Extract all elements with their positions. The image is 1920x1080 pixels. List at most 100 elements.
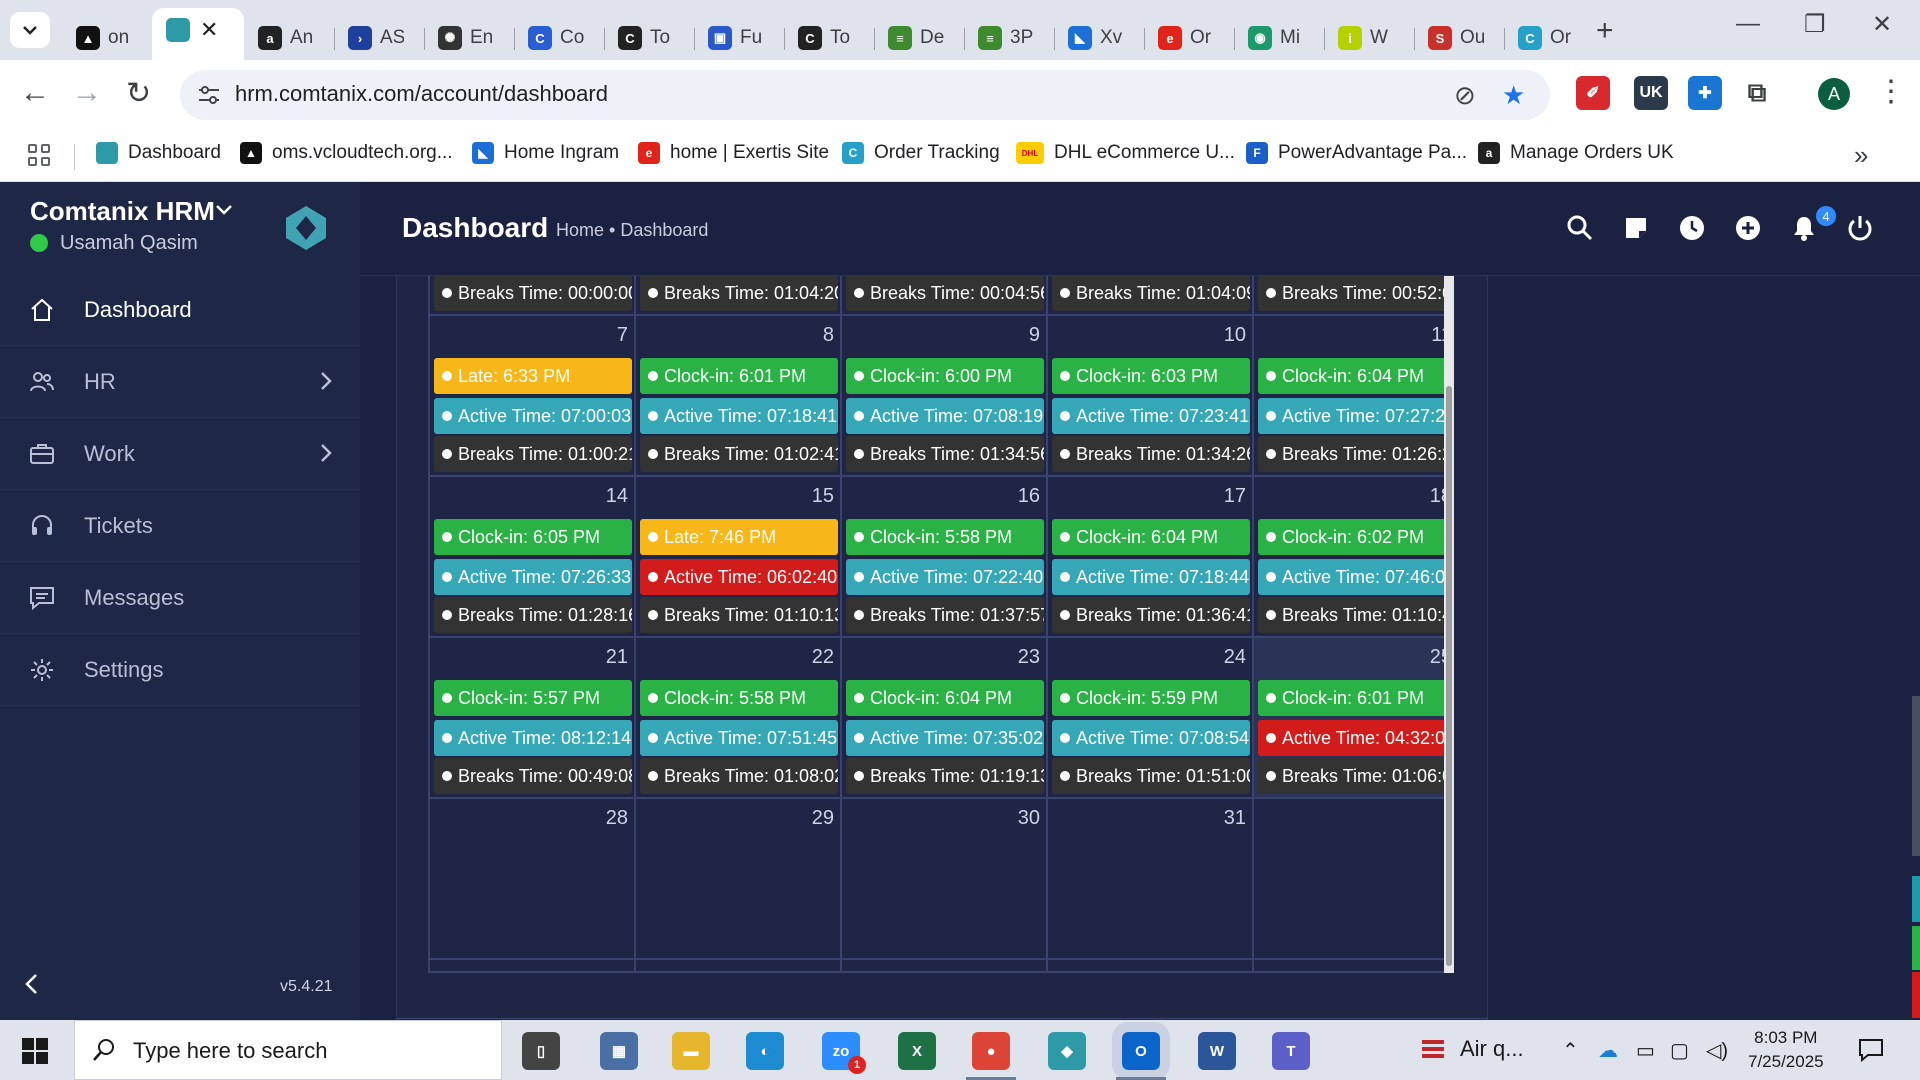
zoom-icon[interactable]: zo 1 xyxy=(822,1032,866,1074)
tray-overflow-icon[interactable]: ⌃ xyxy=(1562,1038,1579,1063)
calendar-day-cell[interactable]: 23 Clock-in: 6:04 PM Active Time: 07:35:02… xyxy=(840,638,1046,797)
browser-tab[interactable]: ▣ Fu xyxy=(694,16,784,60)
browser-tab[interactable]: ◣ Xv xyxy=(1054,16,1144,60)
taskbar-search-placeholder[interactable]: Type here to search xyxy=(133,1038,327,1064)
browser-tab[interactable]: iW xyxy=(1324,16,1414,60)
calendar-day-cell[interactable]: 24 Clock-in: 5:59 PM Active Time: 07:08:54… xyxy=(1046,638,1252,797)
active-time-event[interactable]: Active Time: 07:27:2 xyxy=(1258,398,1448,434)
calendar-day-cell[interactable]: 9 Clock-in: 6:00 PM Active Time: 07:08:19 B… xyxy=(840,316,1046,475)
chrome-icon[interactable]: ● xyxy=(966,1032,1016,1080)
breaks-time-event[interactable]: Breaks Time: 01:19:13 xyxy=(846,758,1044,794)
browser-tab[interactable]: a An xyxy=(244,16,334,60)
breaks-time-event[interactable]: Breaks Time: 01:08:02 xyxy=(640,758,838,794)
clock-in-event[interactable]: Clock-in: 6:04 PM xyxy=(1052,519,1250,555)
sidebar-item-messages[interactable]: Messages xyxy=(0,562,360,634)
calendar-scroll-thumb[interactable] xyxy=(1446,386,1452,966)
active-time-low-event[interactable]: Active Time: 06:02:40 xyxy=(640,559,838,595)
bell-icon[interactable] xyxy=(1790,214,1818,242)
bookmark-item[interactable]: ▲ oms.vcloudtech.org... xyxy=(240,142,453,164)
sidebar-item-settings[interactable]: Settings xyxy=(0,634,360,706)
clock-in-event[interactable]: Clock-in: 5:58 PM xyxy=(846,519,1044,555)
browser-menu-icon[interactable]: ⋮ xyxy=(1876,74,1906,109)
breaks-time-event[interactable]: Breaks Time: 01:10:4 xyxy=(1258,597,1448,633)
bookmark-item[interactable]: Dashboard xyxy=(96,142,221,164)
clock-in-event[interactable]: Clock-in: 5:57 PM xyxy=(434,680,632,716)
calendar-day-cell[interactable]: 11Clock-in: 6:04 PMActive Time: 07:27:2B… xyxy=(1252,316,1448,475)
calendar-day-cell[interactable]: 5 xyxy=(634,960,840,971)
forward-button[interactable]: → xyxy=(72,76,102,110)
breaks-time-event[interactable]: Breaks Time: 01:28:16 xyxy=(434,597,632,633)
apps-grid-icon[interactable] xyxy=(28,144,50,166)
active-time-event[interactable]: Active Time: 07:08:54 xyxy=(1052,720,1250,756)
breaks-time-event[interactable]: Breaks Time: 01:36:41 xyxy=(1052,597,1250,633)
reload-button[interactable]: ↻ xyxy=(126,76,151,111)
breaks-time-event[interactable]: Breaks Time: 00:04:56 xyxy=(846,276,1044,311)
add-circle-icon[interactable] xyxy=(1734,214,1762,242)
breaks-time-event[interactable]: Breaks Time: 01:10:13 xyxy=(640,597,838,633)
brand-name[interactable]: Comtanix HRM xyxy=(30,196,215,227)
browser-tab[interactable]: ≡ 3P xyxy=(964,16,1054,60)
windows-start-icon[interactable] xyxy=(22,1038,48,1064)
clock-in-event[interactable]: Clock-in: 6:01 PM xyxy=(640,358,838,394)
clock-in-event[interactable]: Clock-in: 6:03 PM xyxy=(1052,358,1250,394)
active-time-event[interactable]: Active Time: 07:35:02 xyxy=(846,720,1044,756)
calendar-day-cell[interactable]: 28 xyxy=(428,799,634,958)
calendar-day-cell[interactable]: 16 Clock-in: 5:58 PM Active Time: 07:22:40… xyxy=(840,477,1046,636)
calendar-day-cell[interactable] xyxy=(1252,799,1448,958)
profile-avatar[interactable]: A xyxy=(1818,78,1850,110)
breaks-time-event[interactable]: Breaks Time: 01:04:20 xyxy=(640,276,838,311)
calendar-day-cell[interactable]: Breaks Time: 00:52:0 xyxy=(1252,276,1448,316)
browser-tab[interactable]: S Ou xyxy=(1414,16,1504,60)
clock-in-event[interactable]: Clock-in: 6:00 PM xyxy=(846,358,1044,394)
calendar-day-cell[interactable]: Breaks Time: 01:04:09 xyxy=(1046,276,1252,316)
calendar-day-cell[interactable]: 30 xyxy=(840,799,1046,958)
sidebar-item-dashboard[interactable]: Dashboard xyxy=(0,274,360,346)
taskbar-search-box[interactable]: Type here to search xyxy=(74,1020,502,1080)
battery-icon[interactable]: ▭ xyxy=(1636,1038,1655,1063)
power-icon[interactable] xyxy=(1846,214,1874,242)
bookmark-item[interactable]: DHL DHL eCommerce U... xyxy=(1016,142,1235,164)
calendar-day-cell[interactable]: 7 Late: 6:33 PM Active Time: 07:00:03 Break… xyxy=(428,316,634,475)
bookmark-item[interactable]: e home | Exertis Site xyxy=(638,142,829,164)
bookmark-item[interactable]: C Order Tracking xyxy=(842,142,1000,164)
calendar-day-cell[interactable]: 4 xyxy=(428,960,634,971)
system-clock[interactable]: 8:03 PM 7/25/2025 xyxy=(1748,1026,1824,1074)
page-scroll-thumb[interactable] xyxy=(1912,696,1920,856)
active-time-event[interactable]: Active Time: 08:12:14 xyxy=(434,720,632,756)
browser-tab[interactable]: C To xyxy=(784,16,874,60)
chevron-down-icon[interactable] xyxy=(214,200,234,220)
page-scrollbar[interactable] xyxy=(1906,276,1920,1020)
file-explorer-icon[interactable]: ▬ xyxy=(672,1032,710,1070)
excel-icon[interactable]: X xyxy=(898,1032,936,1070)
active-time-event[interactable]: Active Time: 07:51:45 xyxy=(640,720,838,756)
breaks-time-event[interactable]: Breaks Time: 01:51:00 xyxy=(1052,758,1250,794)
task-view-icon[interactable]: ▯ xyxy=(522,1032,560,1070)
extensions-puzzle-icon[interactable]: ⧉ xyxy=(1740,76,1774,110)
calendar-day-cell[interactable]: 6 xyxy=(840,960,1046,971)
breaks-time-event[interactable]: Breaks Time: 01:34:56 xyxy=(846,436,1044,472)
active-time-low-event[interactable]: Active Time: 04:32:0 xyxy=(1258,720,1448,756)
browser-tab[interactable]: ✕ xyxy=(152,8,244,60)
calendar-day-cell[interactable]: Breaks Time: 00:00:00 xyxy=(428,276,634,316)
clock-in-event[interactable]: Clock-in: 6:05 PM xyxy=(434,519,632,555)
breaks-time-event[interactable]: Breaks Time: 01:34:26 xyxy=(1052,436,1250,472)
calendar-day-cell[interactable]: Breaks Time: 01:04:20 xyxy=(634,276,840,316)
tab-search-button[interactable] xyxy=(10,12,50,48)
clock-icon[interactable] xyxy=(1678,214,1706,242)
comtanix-app-icon[interactable]: ◆ xyxy=(1048,1032,1086,1070)
breaks-time-event[interactable]: Breaks Time: 01:02:41 xyxy=(640,436,838,472)
sidebar-item-work[interactable]: Work xyxy=(0,418,360,490)
volume-icon[interactable]: ◁) xyxy=(1706,1038,1728,1063)
browser-tab[interactable]: e Or xyxy=(1144,16,1234,60)
browser-tab[interactable]: C Co xyxy=(514,16,604,60)
new-tab-button[interactable]: + xyxy=(1596,14,1614,48)
browser-tab[interactable]: ◉ Mi xyxy=(1234,16,1324,60)
url-text[interactable]: hrm.comtanix.com/account/dashboard xyxy=(235,81,608,107)
active-time-event[interactable]: Active Time: 07:26:33 xyxy=(434,559,632,595)
breaks-time-event[interactable]: Breaks Time: 00:49:08 xyxy=(434,758,632,794)
breaks-time-event[interactable]: Breaks Time: 00:00:00 xyxy=(434,276,632,311)
clock-in-event[interactable]: Clock-in: 6:04 PM xyxy=(1258,358,1448,394)
active-time-event[interactable]: Active Time: 07:08:19 xyxy=(846,398,1044,434)
restore-button[interactable]: ❐ xyxy=(1804,10,1826,39)
back-button[interactable]: ← xyxy=(20,76,50,110)
